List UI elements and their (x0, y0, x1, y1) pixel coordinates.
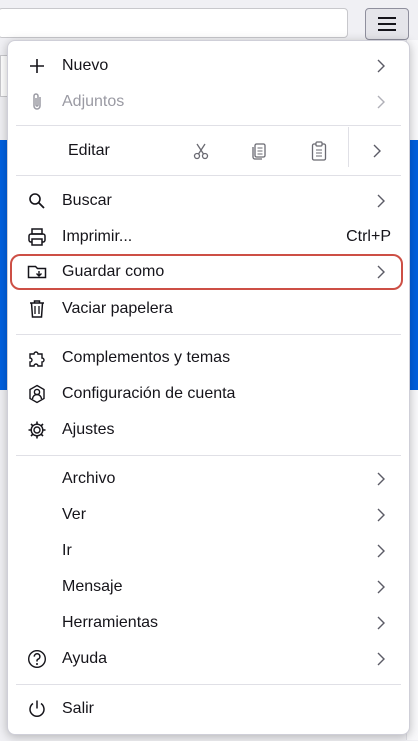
app-menu-panel: Nuevo Adjuntos Editar Buscar Imprimir...… (7, 40, 410, 735)
chevron-right-icon (377, 59, 385, 73)
copy-icon[interactable] (248, 140, 270, 162)
menu-item-nuevo[interactable]: Nuevo (8, 49, 409, 83)
menu-item-label: Nuevo (62, 57, 109, 74)
chevron-right-icon (377, 472, 385, 486)
chevron-right-icon[interactable] (371, 143, 383, 159)
menu-item-label: Ir (62, 542, 72, 559)
shortcut-label: Ctrl+P (346, 228, 391, 245)
menu-item-label: Salir (62, 700, 95, 717)
menu-item-imprimir[interactable]: Imprimir... Ctrl+P (8, 220, 409, 254)
chevron-right-icon (377, 95, 385, 109)
plus-icon (26, 55, 48, 77)
hamburger-icon (378, 17, 396, 31)
menu-item-label: Vaciar papelera (62, 300, 173, 317)
chevron-right-icon (377, 544, 385, 558)
menu-item-label: Adjuntos (62, 93, 125, 110)
menu-item-label: Ver (62, 506, 87, 523)
menu-item-label: Archivo (62, 470, 116, 487)
menu-item-label: Herramientas (62, 614, 159, 631)
menu-item-label: Guardar como (62, 263, 165, 280)
menu-item-adjuntos[interactable]: Adjuntos (8, 85, 409, 119)
menu-item-label: Mensaje (62, 578, 123, 595)
menu-item-label: Ajustes (62, 421, 115, 438)
menu-item-guardar-como[interactable]: Guardar como (8, 255, 409, 289)
menu-item-buscar[interactable]: Buscar (8, 184, 409, 218)
menu-item-salir[interactable]: Salir (8, 692, 409, 726)
menu-item-ver[interactable]: Ver (8, 498, 409, 532)
menu-item-ir[interactable]: Ir (8, 534, 409, 568)
account-settings-icon (26, 383, 48, 405)
menu-item-label: Configuración de cuenta (62, 385, 236, 402)
chevron-right-icon (377, 265, 385, 279)
trash-icon (26, 298, 48, 320)
power-icon (26, 698, 48, 720)
search-bar-background[interactable] (0, 8, 348, 38)
search-icon (26, 190, 48, 212)
chevron-right-icon (377, 508, 385, 522)
menu-item-ayuda[interactable]: Ayuda (8, 642, 409, 676)
menu-item-archivo[interactable]: Archivo (8, 462, 409, 496)
menu-item-herramientas[interactable]: Herramientas (8, 606, 409, 640)
menu-item-mensaje[interactable]: Mensaje (8, 570, 409, 604)
menu-separator (16, 175, 401, 176)
menu-item-vaciar-papelera[interactable]: Vaciar papelera (8, 292, 409, 326)
menu-separator (16, 684, 401, 685)
menu-separator (16, 334, 401, 335)
printer-icon (26, 226, 48, 248)
menu-item-configuracion-cuenta[interactable]: Configuración de cuenta (8, 377, 409, 411)
menu-item-label: Ayuda (62, 650, 108, 667)
menu-item-complementos[interactable]: Complementos y temas (8, 341, 409, 375)
gear-icon (26, 419, 48, 441)
puzzle-icon (26, 347, 48, 369)
chevron-right-icon (377, 580, 385, 594)
toolbar-separator (348, 127, 349, 167)
scissors-icon[interactable] (190, 140, 212, 162)
help-icon (26, 648, 48, 670)
app-menu-button[interactable] (365, 8, 409, 40)
menu-item-label: Buscar (62, 192, 112, 209)
paperclip-icon (26, 91, 48, 113)
menu-item-label: Imprimir... (62, 228, 133, 245)
chevron-right-icon (377, 194, 385, 208)
menu-item-label: Complementos y temas (62, 349, 231, 366)
chevron-right-icon (377, 652, 385, 666)
menu-separator (16, 455, 401, 456)
menu-item-label: Editar (68, 142, 110, 159)
menu-separator (16, 125, 401, 126)
folder-save-icon (26, 261, 48, 283)
paste-icon[interactable] (308, 140, 330, 162)
menu-item-ajustes[interactable]: Ajustes (8, 413, 409, 447)
chevron-right-icon (377, 616, 385, 630)
